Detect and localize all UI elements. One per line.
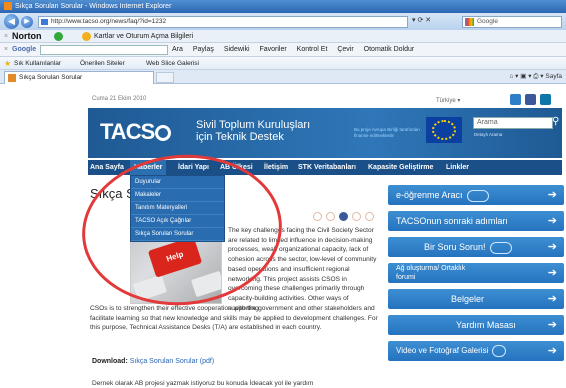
sidebar-documents-button[interactable]: Belgeler ➔	[388, 289, 564, 309]
rss-icon[interactable]	[510, 94, 521, 105]
download-line: Download: Sıkça Sorulan Sorular (pdf)	[92, 358, 214, 365]
identity-safe-icon[interactable]	[82, 32, 91, 41]
close-icon[interactable]: ×	[4, 43, 8, 57]
google-toolbar-input[interactable]	[40, 45, 168, 55]
print-icon[interactable]: ⎙ ▾	[533, 73, 543, 80]
favorites-star-icon[interactable]: ★	[4, 57, 11, 70]
site-search-input[interactable]: Arama	[473, 117, 553, 129]
laptop-icon	[466, 189, 489, 202]
toolbar-search-button[interactable]: Ara	[172, 46, 183, 53]
page-date: Cuma 21 Ekim 2010	[92, 96, 147, 102]
toolbar-sidewiki-button[interactable]: Sidewiki	[224, 46, 250, 53]
sidebar-gallery-button[interactable]: Video ve Fotoğraf Galerisi ➔	[388, 341, 564, 361]
sidebar-next-steps-button[interactable]: TACSOnun sonraki adımları ➔	[388, 211, 564, 231]
toolbar-check-button[interactable]: Kontrol Et	[297, 46, 328, 53]
arrow-right-icon: ➔	[547, 293, 557, 305]
email-icon[interactable]	[364, 212, 374, 221]
address-bar[interactable]: http://www.tacso.org/news/faq/?id=1232	[38, 16, 408, 28]
linkedin-icon[interactable]	[539, 94, 551, 105]
banner-title: Sivil Toplum Kuruluşları için Teknik Des…	[196, 119, 311, 143]
download-pdf-link[interactable]: Sıkça Sorulan Sorular (pdf)	[130, 358, 214, 365]
eu-flag-icon	[426, 117, 462, 143]
page-menu[interactable]: Sayfa	[545, 73, 562, 80]
google-icon	[465, 18, 474, 26]
search-engine-label: Google	[477, 18, 498, 25]
title-bar: Sıkça Sorulan Sorular - Windows Internet…	[0, 0, 566, 13]
nav-contact[interactable]: İletişim	[264, 160, 288, 175]
toolbar-bookmarks-button[interactable]: Favoriler	[259, 46, 286, 53]
favorites-item[interactable]: Önerilen Siteler	[80, 57, 125, 70]
forward-icon[interactable]: ▶	[21, 16, 33, 28]
command-bar: ⌂ ▾ ▣ ▾ ⎙ ▾ Sayfa	[509, 71, 562, 83]
nav-capacity[interactable]: Kapasite Geliştirme	[368, 160, 433, 175]
nav-cso-database[interactable]: STK Veritabanları	[298, 160, 356, 175]
tab-label: Sıkça Sorulan Sorular	[19, 74, 83, 81]
back-icon[interactable]: ◀	[4, 14, 19, 29]
norton-cards-button[interactable]: Kartlar ve Oturum Açma Bilgileri	[94, 30, 193, 43]
favorites-label[interactable]: Sık Kullanılanlar	[14, 57, 61, 70]
arrow-right-icon: ➔	[547, 189, 557, 201]
search-icon[interactable]: ⚲	[552, 116, 559, 127]
new-tab-button[interactable]	[156, 72, 174, 83]
arrow-right-icon: ➔	[547, 345, 557, 357]
toolbar-autofill-button[interactable]: Otomatik Doldur	[364, 46, 415, 53]
article-text-continued: CSOs is to strengthen their effective co…	[90, 305, 378, 332]
site-favicon	[41, 19, 48, 25]
tab-row: Sıkça Sorulan Sorular ⌂ ▾ ▣ ▾ ⎙ ▾ Sayfa	[0, 70, 566, 84]
window-title: Sıkça Sorulan Sorular - Windows Internet…	[15, 3, 172, 10]
toolbar-share-button[interactable]: Paylaş	[193, 46, 214, 53]
site-banner: TACS Sivil Toplum Kuruluşları için Tekni…	[88, 108, 562, 158]
font-size-icon[interactable]	[325, 212, 335, 221]
web-page: Cuma 21 Ekim 2010 Türkiye ▾ TACS Sivil T…	[0, 85, 566, 388]
browser-window: Sıkça Sorulan Sorular - Windows Internet…	[0, 0, 566, 388]
language-select[interactable]: Türkiye ▾	[436, 97, 460, 104]
favorites-item[interactable]: Web Slice Galerisi	[146, 57, 199, 70]
arrow-right-icon: ➔	[547, 215, 557, 227]
home-icon[interactable]: ⌂ ▾	[509, 73, 518, 80]
arrow-right-icon: ➔	[547, 267, 557, 279]
arrow-right-icon: ➔	[547, 319, 557, 331]
nav-links[interactable]: Linkler	[446, 160, 469, 175]
sidebar-helpdesk-button[interactable]: Yardım Masası ➔	[388, 315, 564, 335]
tacso-logo[interactable]: TACS	[100, 119, 172, 145]
favorites-bar: ★ Sık Kullanılanlar Önerilen Siteler Web…	[0, 57, 566, 70]
arrow-right-icon: ➔	[547, 241, 557, 253]
address-controls[interactable]: ▾ ⟳ ✕	[412, 16, 431, 24]
norton-check-icon[interactable]	[54, 32, 63, 41]
feeds-icon[interactable]: ▣ ▾	[520, 73, 531, 80]
facebook-share-icon[interactable]	[338, 212, 348, 221]
google-toolbar: × Google Ara Paylaş Sidewiki Favoriler K…	[0, 43, 566, 57]
sidebar-ask-question-button[interactable]: Bir Soru Sorun! ➔	[388, 237, 564, 257]
social-icons	[510, 94, 553, 107]
language-value: Türkiye	[436, 98, 456, 104]
sidebar-forum-button[interactable]: Ağ oluşturma/ Ortaklık forumi ➔	[388, 263, 564, 283]
advanced-search-link[interactable]: Detaylı Arama	[474, 132, 502, 137]
ie-icon	[4, 2, 12, 11]
browser-search-input[interactable]: Google	[462, 16, 562, 28]
print-icon[interactable]	[351, 212, 361, 221]
close-icon[interactable]: ×	[4, 30, 8, 43]
eu-funding-note: Bu proje Avrupa Birliği tarafından finan…	[354, 127, 420, 138]
download-label: Download:	[92, 358, 128, 365]
tab-favicon	[8, 74, 16, 82]
toolbar-translate-button[interactable]: Çevir	[337, 46, 353, 53]
google-toolbar-tools: Ara Paylaş Sidewiki Favoriler Kontrol Et…	[172, 43, 422, 57]
address-row: ◀ ▶ http://www.tacso.org/news/faq/?id=12…	[0, 13, 566, 30]
sidebar: e-öğrenme Aracı ➔ TACSOnun sonraki adımla…	[388, 185, 564, 367]
sidebar-elearning-button[interactable]: e-öğrenme Aracı ➔	[388, 185, 564, 205]
norton-toolbar: × Norton Kartlar ve Oturum Açma Bilgiler…	[0, 30, 566, 43]
font-size-icon[interactable]	[313, 212, 322, 221]
address-url: http://www.tacso.org/news/faq/?id=1232	[51, 18, 167, 25]
norton-logo: Norton	[12, 31, 42, 41]
google-toolbar-logo: Google	[12, 46, 37, 53]
play-icon	[492, 344, 507, 357]
tab-faq[interactable]: Sıkça Sorulan Sorular	[4, 71, 154, 84]
question-text: Dernek olarak AB projesi yazmak istiyoru…	[92, 380, 314, 387]
share-icons	[313, 212, 376, 223]
speech-bubble-icon	[489, 241, 512, 254]
facebook-icon[interactable]	[524, 94, 536, 105]
